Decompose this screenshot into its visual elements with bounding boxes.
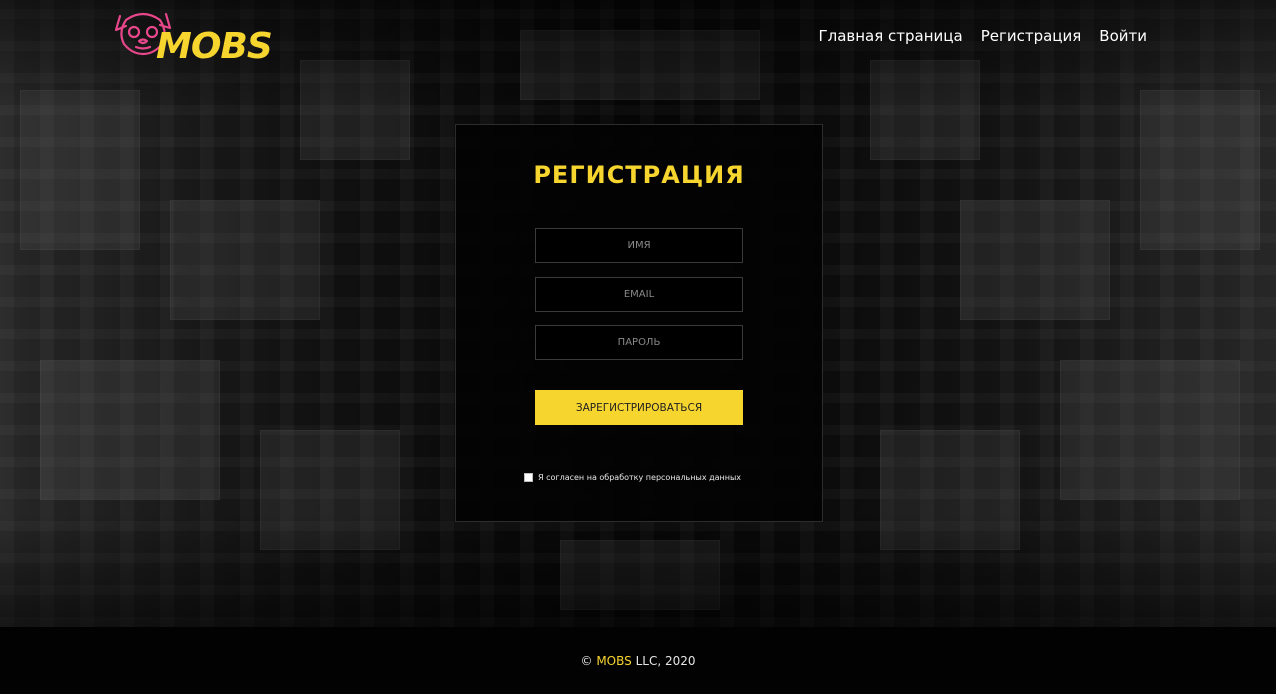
top-nav: Главная страница Регистрация Войти: [818, 27, 1147, 45]
footer: © MOBS LLC, 2020: [0, 627, 1276, 694]
logo[interactable]: MOBS: [114, 8, 273, 70]
consent-row: Я согласен на обработку персональных дан…: [524, 473, 741, 482]
consent-checkbox[interactable]: [524, 473, 533, 482]
consent-label: Я согласен на обработку персональных дан…: [538, 473, 742, 482]
nav-item-login[interactable]: Войти: [1099, 27, 1147, 45]
form-title: РЕГИСТРАЦИЯ: [533, 161, 745, 189]
copyright-symbol: ©: [580, 653, 593, 668]
password-field[interactable]: [535, 325, 743, 360]
email-field[interactable]: [535, 277, 743, 312]
footer-copyright: © MOBS LLC, 2020: [580, 654, 695, 668]
register-button[interactable]: ЗАРЕГИСТРИРОВАТЬСЯ: [535, 390, 743, 425]
registration-card: РЕГИСТРАЦИЯ ЗАРЕГИСТРИРОВАТЬСЯ Я согласе…: [455, 124, 823, 522]
logo-text: MOBS: [156, 26, 273, 67]
name-field[interactable]: [535, 228, 743, 263]
footer-rest: LLC, 2020: [635, 653, 696, 668]
nav-item-home[interactable]: Главная страница: [818, 27, 962, 45]
nav-item-registration[interactable]: Регистрация: [981, 27, 1082, 45]
footer-brand: MOBS: [596, 653, 632, 668]
